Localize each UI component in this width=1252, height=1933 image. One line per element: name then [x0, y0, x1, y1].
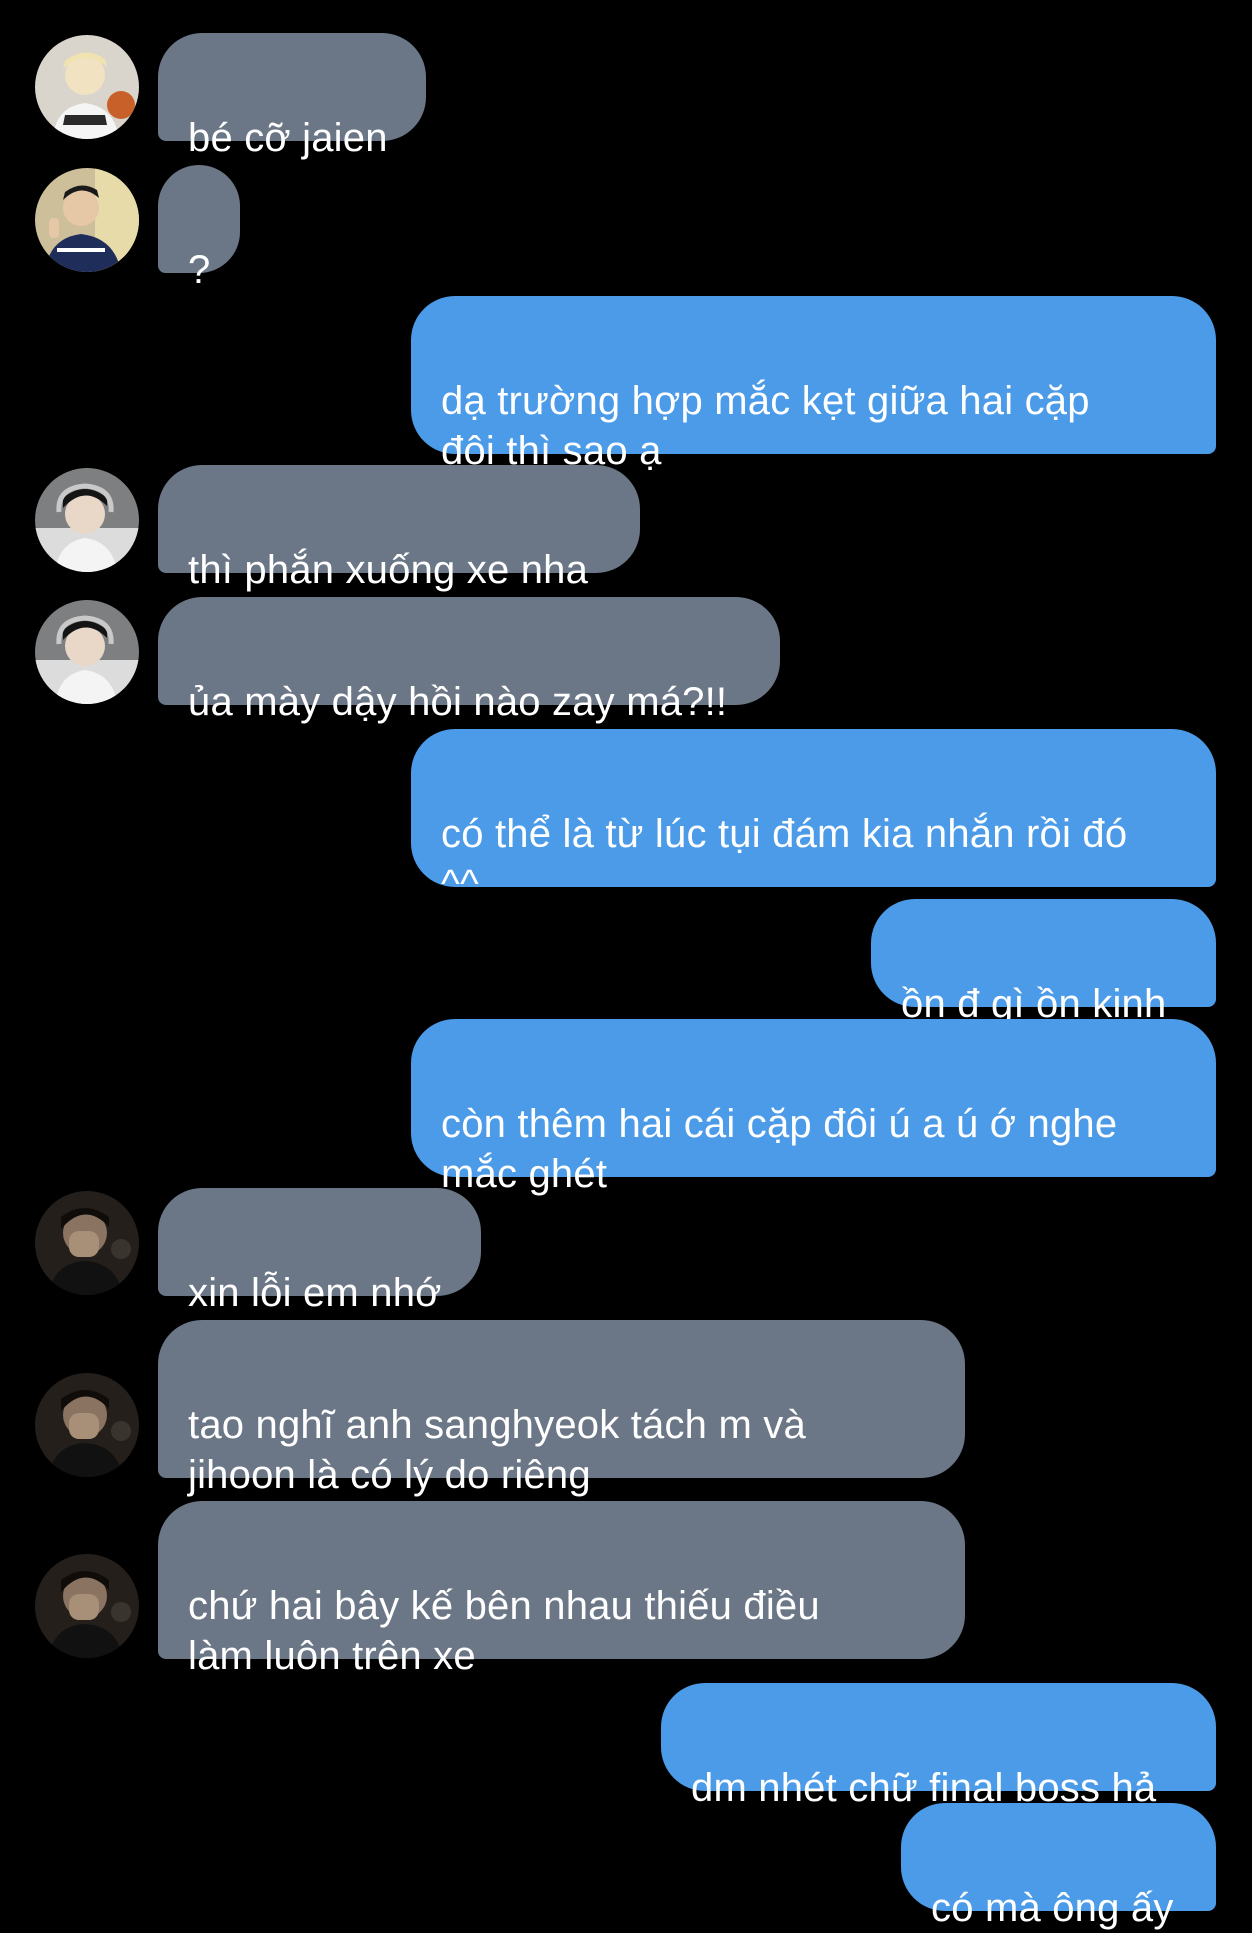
message-text: tao nghĩ anh sanghyeok tách m và jihoon … [188, 1403, 806, 1497]
message-bubble-outgoing[interactable]: dm nhét chữ final boss hả [661, 1683, 1216, 1810]
avatar-photo-1 [35, 35, 139, 139]
avatar-photo-2 [35, 168, 139, 272]
avatar[interactable] [35, 168, 139, 272]
message-bubble-incoming[interactable]: ủa mày dậy hồi nào zay má?!! [158, 597, 780, 724]
avatar-photo-4 [35, 1373, 139, 1477]
avatar[interactable] [35, 1373, 139, 1477]
message-bubble-outgoing[interactable]: có thể là từ lúc tụi đám kia nhắn rồi đó… [411, 729, 1216, 906]
avatar-photo-4 [35, 1554, 139, 1658]
message-bubble-incoming[interactable]: tao nghĩ anh sanghyeok tách m và jihoon … [158, 1320, 965, 1497]
message-bubble-outgoing[interactable]: còn thêm hai cái cặp đôi ú a ú ớ nghe mắ… [411, 1019, 1216, 1196]
message-bubble-incoming[interactable]: ? [158, 165, 240, 292]
avatar[interactable] [35, 35, 139, 139]
avatar-photo-3 [35, 600, 139, 704]
message-text: xin lỗi em nhớ [188, 1271, 442, 1315]
chat-thread: bé cỡ jaien ? dạ trường hợp mắc kẹt giữa… [0, 0, 1252, 1930]
message-text: còn thêm hai cái cặp đôi ú a ú ớ nghe mắ… [441, 1102, 1118, 1196]
message-text: bé cỡ jaien [188, 116, 388, 160]
avatar[interactable] [35, 468, 139, 572]
message-bubble-outgoing[interactable]: ồn đ gì ồn kinh [871, 899, 1216, 1026]
message-bubble-incoming[interactable]: thì phắn xuống xe nha [158, 465, 640, 592]
message-text: dạ trường hợp mắc kẹt giữa hai cặp đôi t… [441, 379, 1090, 473]
message-text: có thể là từ lúc tụi đám kia nhắn rồi đó… [441, 812, 1128, 906]
message-bubble-outgoing[interactable]: dạ trường hợp mắc kẹt giữa hai cặp đôi t… [411, 296, 1216, 473]
message-text: ủa mày dậy hồi nào zay má?!! [188, 680, 728, 724]
avatar-photo-3 [35, 468, 139, 572]
message-text: thì phắn xuống xe nha [188, 548, 589, 592]
message-text: chứ hai bây kế bên nhau thiếu điều làm l… [188, 1584, 820, 1678]
avatar[interactable] [35, 1191, 139, 1295]
avatar-photo-4 [35, 1191, 139, 1295]
avatar[interactable] [35, 1554, 139, 1658]
message-bubble-incoming[interactable]: xin lỗi em nhớ [158, 1188, 481, 1315]
message-bubble-incoming[interactable]: chứ hai bây kế bên nhau thiếu điều làm l… [158, 1501, 965, 1678]
message-text: ? [188, 248, 211, 292]
message-bubble-incoming[interactable]: bé cỡ jaien [158, 33, 426, 160]
message-bubble-outgoing[interactable]: có mà ông ấy [901, 1803, 1216, 1930]
message-text: có mà ông ấy [931, 1886, 1174, 1930]
avatar[interactable] [35, 600, 139, 704]
